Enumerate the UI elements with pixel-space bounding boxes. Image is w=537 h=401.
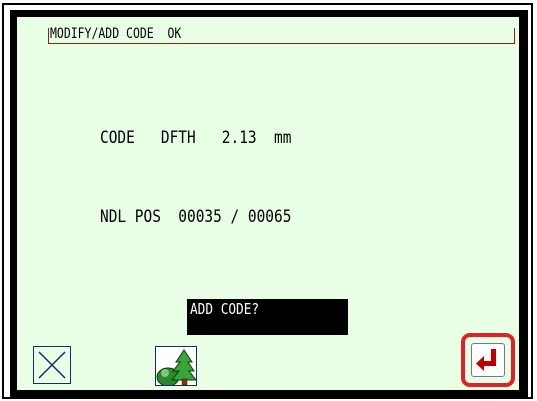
needle-position-row: NDL POS 00035 / 00065 (100, 207, 292, 227)
screen-title: MODIFY/ADD CODE OK (50, 26, 182, 42)
tree-button[interactable] (155, 346, 198, 387)
add-code-prompt: ADD CODE? (187, 299, 348, 335)
enter-button-highlight (461, 333, 515, 387)
prompt-text: ADD CODE? (190, 300, 260, 318)
panel-screen: MODIFY/ADD CODE OK CODE DFTH 2.13 mm NDL… (16, 16, 520, 391)
close-icon (38, 351, 66, 379)
enter-button[interactable] (471, 343, 505, 377)
tree-landscape-icon (156, 347, 198, 387)
enter-return-icon (476, 349, 496, 371)
code-value-row: CODE DFTH 2.13 mm (100, 128, 292, 148)
close-button[interactable] (33, 346, 71, 384)
